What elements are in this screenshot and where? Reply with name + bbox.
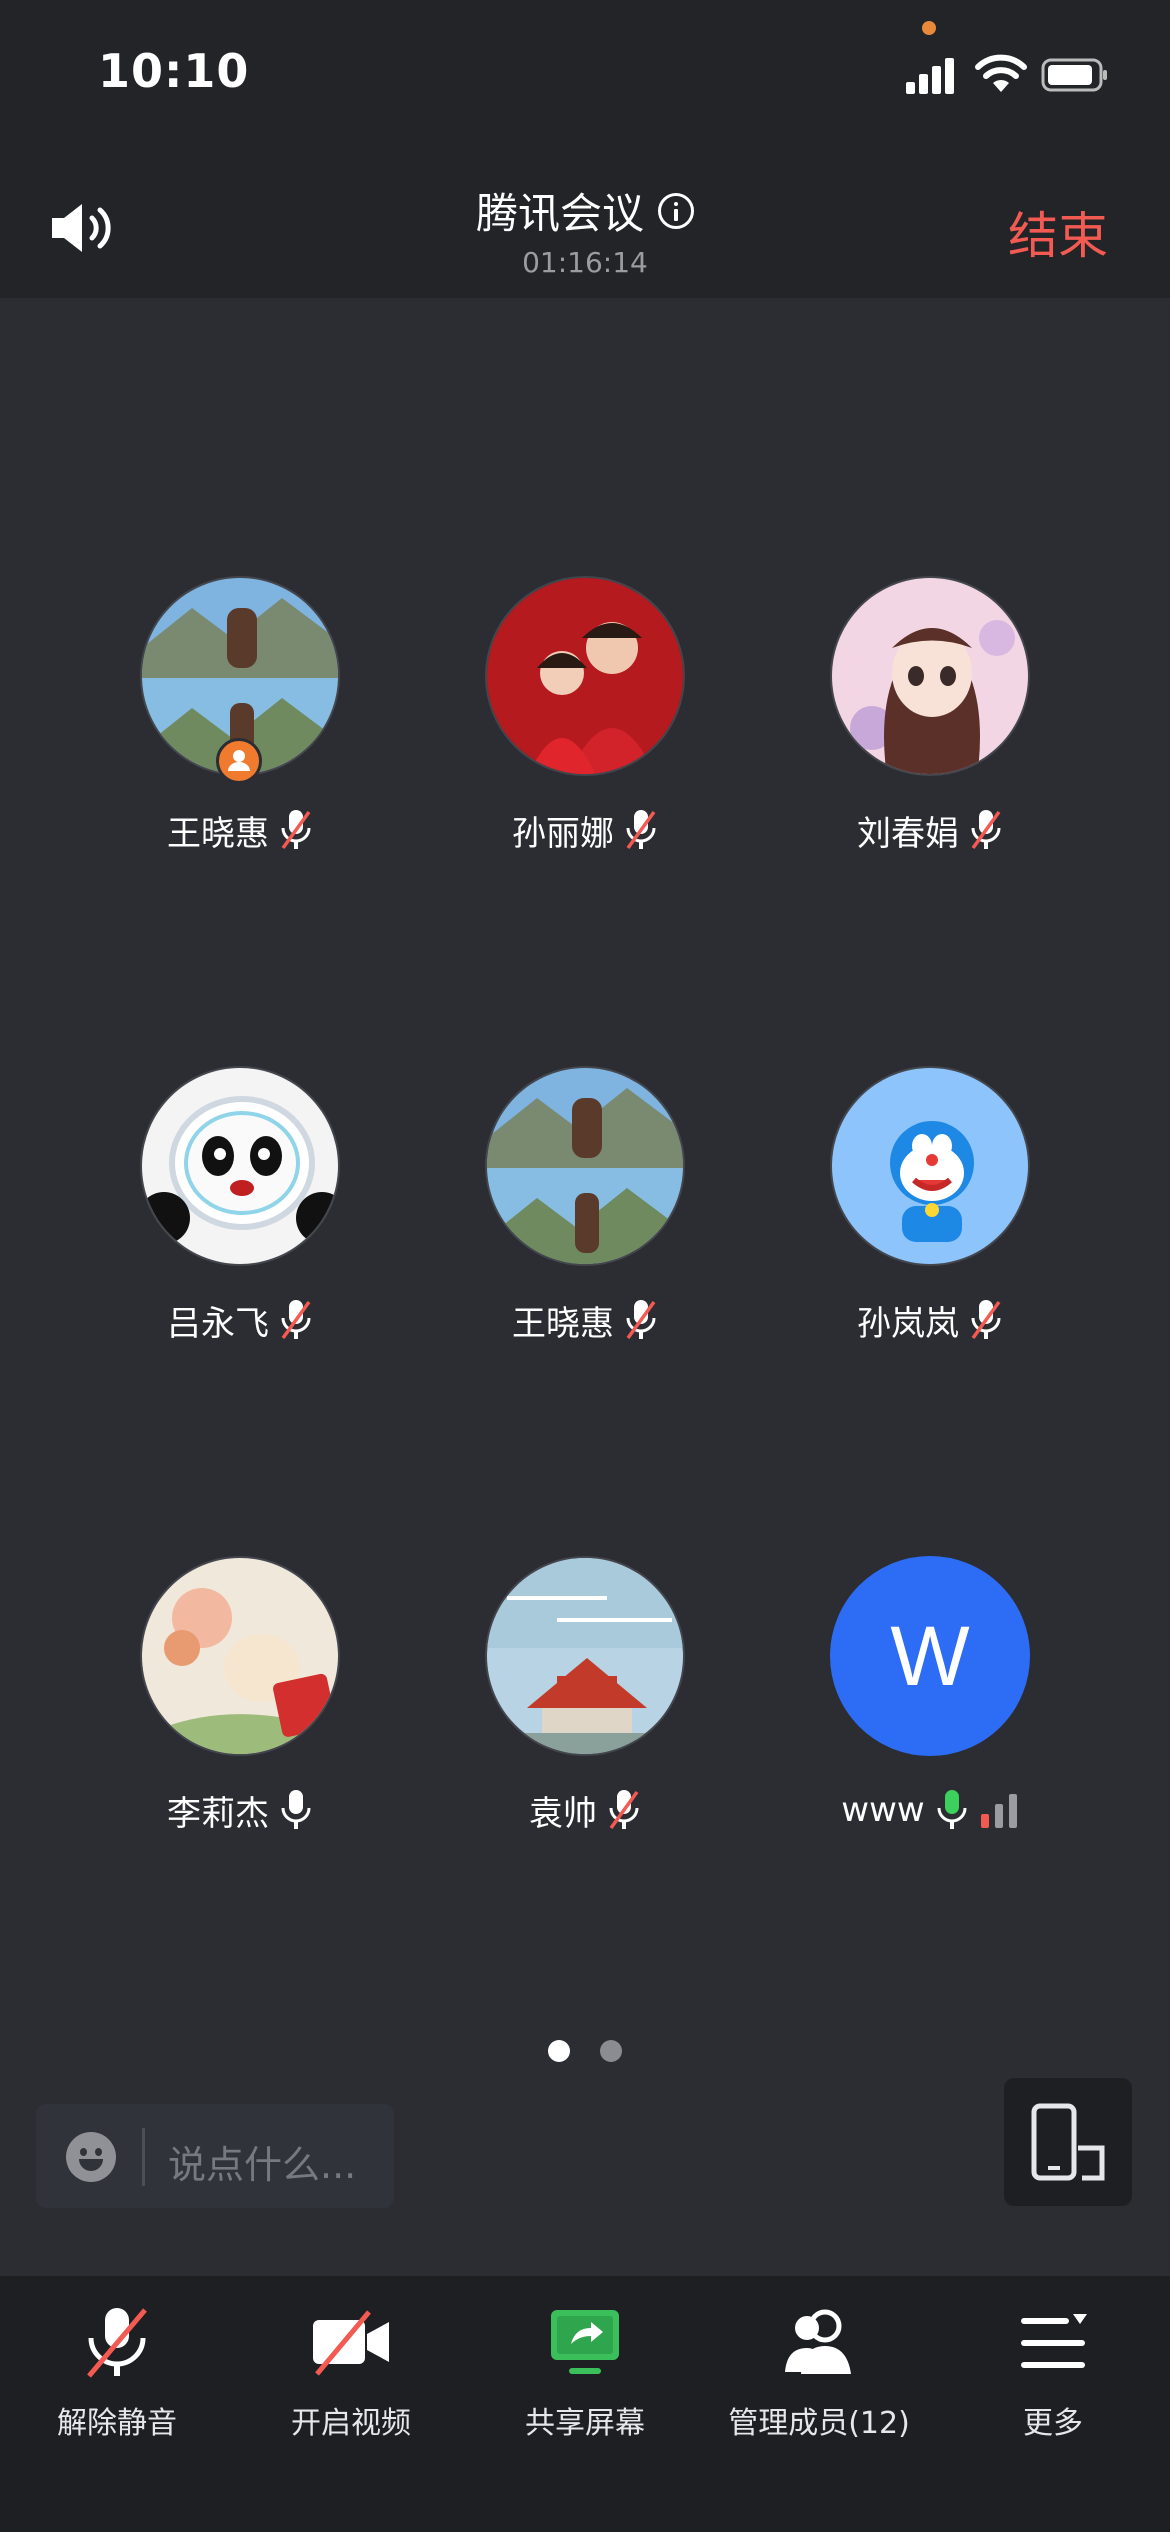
participant-tile[interactable]: W www — [780, 1556, 1080, 1834]
chat-placeholder: 说点什么... — [168, 2143, 357, 2187]
participant-name: 孙岚岚 — [857, 1303, 959, 1344]
participant-name-row: 王晓惠 — [90, 806, 390, 854]
network-signal-icon — [980, 1794, 1017, 1828]
share-screen-label: 共享屏幕 — [525, 2406, 645, 2441]
meeting-title: 腾讯会议 — [0, 180, 1170, 241]
participant-name-row: 袁帅 — [435, 1786, 735, 1834]
chat-input[interactable]: 说点什么... — [36, 2104, 394, 2208]
unmute-label: 解除静音 — [57, 2406, 177, 2441]
share-screen-button[interactable]: 共享屏幕 — [468, 2290, 702, 2441]
mic-muted-icon — [626, 1300, 656, 1340]
chat-divider — [142, 2128, 145, 2186]
avatar-letter: W — [890, 1608, 970, 1703]
more-menu-icon — [1021, 2314, 1087, 2368]
mic-muted-icon — [281, 1300, 311, 1340]
participant-name-row: 孙丽娜 — [435, 806, 735, 854]
avatar — [485, 1066, 685, 1266]
participant-name: 王晓惠 — [167, 813, 269, 854]
participant-name: www — [841, 1790, 925, 1830]
mic-muted-icon — [971, 810, 1001, 850]
participant-name-row: 刘春娟 — [780, 806, 1080, 854]
participant-name: 袁帅 — [529, 1793, 597, 1834]
page-indicator-active[interactable] — [548, 2040, 570, 2062]
avatar: W — [830, 1556, 1030, 1756]
participant-name-row: 吕永飞 — [90, 1296, 390, 1344]
mic-muted-icon — [626, 810, 656, 850]
unmute-button[interactable]: 解除静音 — [0, 2290, 234, 2441]
end-meeting-button[interactable]: 结束 — [1008, 196, 1108, 268]
more-label: 更多 — [1023, 2406, 1083, 2441]
more-button[interactable]: 更多 — [936, 2290, 1170, 2441]
meeting-screen: 10:10 腾讯会议 01:16:14 结束 王晓惠 孙丽娜 刘春娟 吕永飞 王… — [0, 0, 1170, 2532]
participant-name-row: 李莉杰 — [90, 1786, 390, 1834]
meeting-duration: 01:16:14 — [522, 246, 648, 279]
participant-tile[interactable]: 袁帅 — [435, 1556, 735, 1834]
mic-muted-icon — [281, 810, 311, 850]
avatar — [830, 1066, 1030, 1266]
participant-tile[interactable]: 李莉杰 — [90, 1556, 390, 1834]
mic-muted-icon — [87, 2308, 147, 2378]
meeting-title-text: 腾讯会议 — [475, 189, 644, 238]
participant-name-row: www — [780, 1786, 1080, 1834]
participant-name: 王晓惠 — [512, 1303, 614, 1344]
avatar — [485, 1556, 685, 1756]
share-screen-icon — [551, 2310, 619, 2374]
info-icon[interactable] — [658, 192, 694, 229]
avatar — [140, 1556, 340, 1756]
start-video-button[interactable]: 开启视频 — [234, 2290, 468, 2441]
mic-muted-icon — [971, 1300, 1001, 1340]
participant-name: 李莉杰 — [167, 1793, 269, 1834]
status-bar: 10:10 — [0, 0, 1170, 150]
participant-tile[interactable]: 吕永飞 — [90, 1066, 390, 1344]
participant-tile[interactable]: 王晓惠 — [90, 576, 390, 854]
participant-name-row: 孙岚岚 — [780, 1296, 1080, 1344]
mic-icon — [281, 1790, 311, 1829]
manage-members-label: 管理成员(12) — [728, 2406, 910, 2441]
mic-speaking-icon — [937, 1790, 967, 1829]
battery-icon — [1041, 58, 1107, 92]
participant-tile[interactable]: 孙岚岚 — [780, 1066, 1080, 1344]
cellular-signal-icon — [906, 56, 954, 94]
status-time: 10:10 — [98, 44, 250, 98]
participant-name: 吕永飞 — [167, 1303, 269, 1344]
video-off-icon — [313, 2310, 389, 2376]
page-indicator[interactable] — [600, 2040, 622, 2062]
participant-name: 刘春娟 — [857, 813, 959, 854]
participant-name: 孙丽娜 — [512, 813, 614, 854]
wifi-icon — [975, 54, 1027, 92]
start-video-label: 开启视频 — [291, 2406, 411, 2441]
manage-members-button[interactable]: 管理成员(12) — [702, 2290, 936, 2441]
avatar — [830, 576, 1030, 776]
privacy-indicator-icon — [922, 21, 936, 35]
participant-tile[interactable]: 王晓惠 — [435, 1066, 735, 1344]
avatar — [140, 1066, 340, 1266]
host-badge-icon — [216, 738, 262, 784]
participant-tile[interactable]: 孙丽娜 — [435, 576, 735, 854]
participant-tile[interactable]: 刘春娟 — [780, 576, 1080, 854]
avatar — [485, 576, 685, 776]
rotate-phone-icon — [1031, 2103, 1105, 2181]
members-icon — [785, 2309, 851, 2374]
participant-name-row: 王晓惠 — [435, 1296, 735, 1344]
rotate-screen-button[interactable] — [1004, 2078, 1132, 2206]
emoji-icon[interactable] — [66, 2132, 116, 2182]
mic-muted-icon — [609, 1790, 639, 1830]
